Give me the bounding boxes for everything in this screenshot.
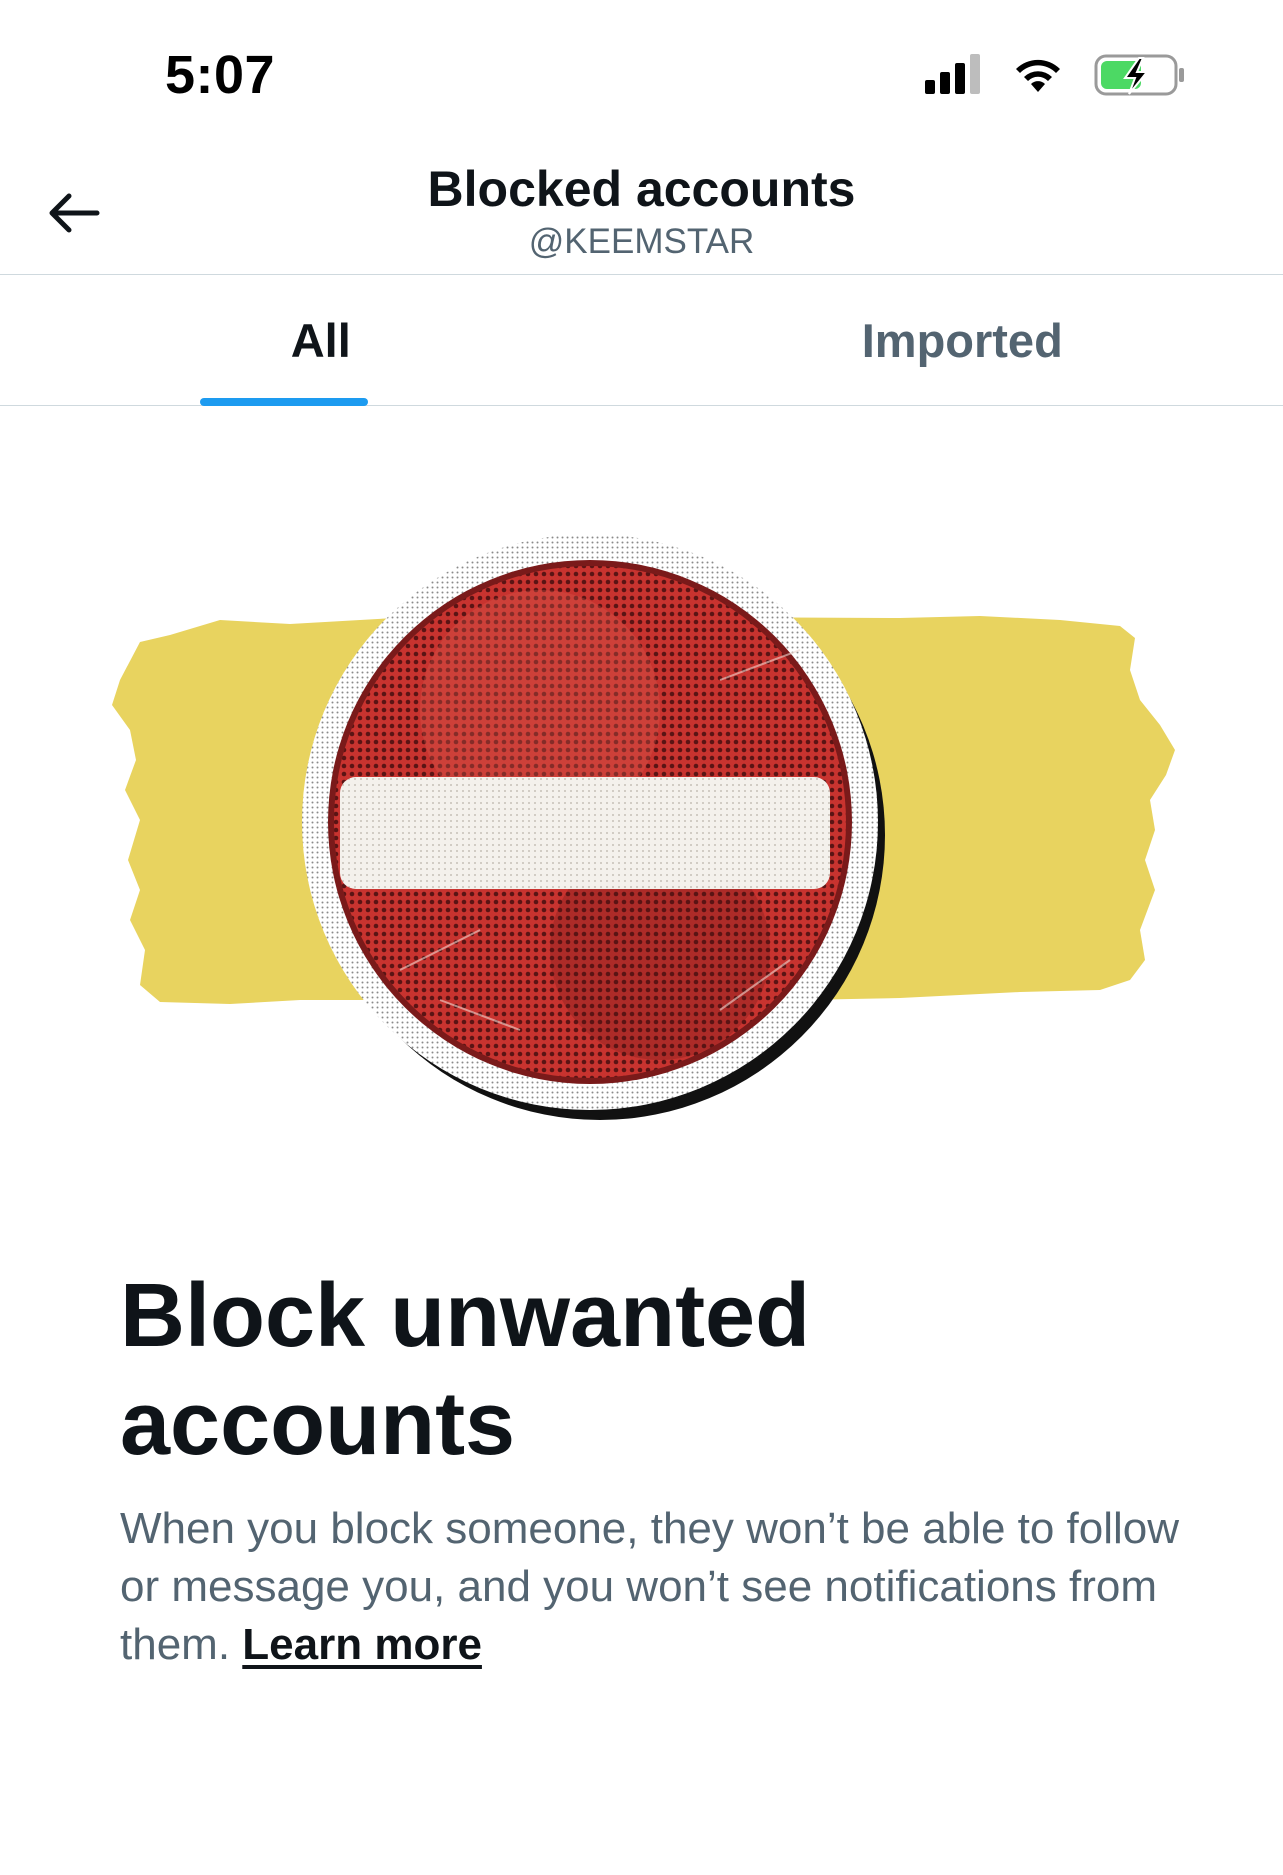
wifi-icon — [1016, 59, 1060, 92]
learn-more-link[interactable]: Learn more — [242, 1620, 482, 1669]
status-time: 5:07 — [165, 45, 276, 105]
status-bar: 5:07 — [0, 0, 1283, 150]
page-title: Blocked accounts — [427, 161, 856, 217]
account-handle: @KEEMSTAR — [528, 222, 755, 261]
cellular-signal-icon — [925, 54, 980, 94]
empty-state-description: When you block someone, they won’t be ab… — [120, 1500, 1180, 1674]
active-tab-indicator — [200, 398, 368, 406]
tab-imported[interactable]: Imported — [642, 275, 1283, 405]
tab-all[interactable]: All — [0, 275, 642, 406]
empty-state-title: Block unwanted accounts — [120, 1266, 811, 1474]
tab-all-label: All — [290, 313, 351, 367]
no-entry-sign-icon — [112, 534, 1175, 1120]
header: Blocked accounts @KEEMSTAR — [0, 150, 1283, 275]
tab-imported-label: Imported — [861, 313, 1063, 367]
status-icons — [925, 54, 1184, 96]
battery-charging-icon — [1094, 54, 1184, 96]
tab-bar: All Imported — [0, 275, 1283, 406]
